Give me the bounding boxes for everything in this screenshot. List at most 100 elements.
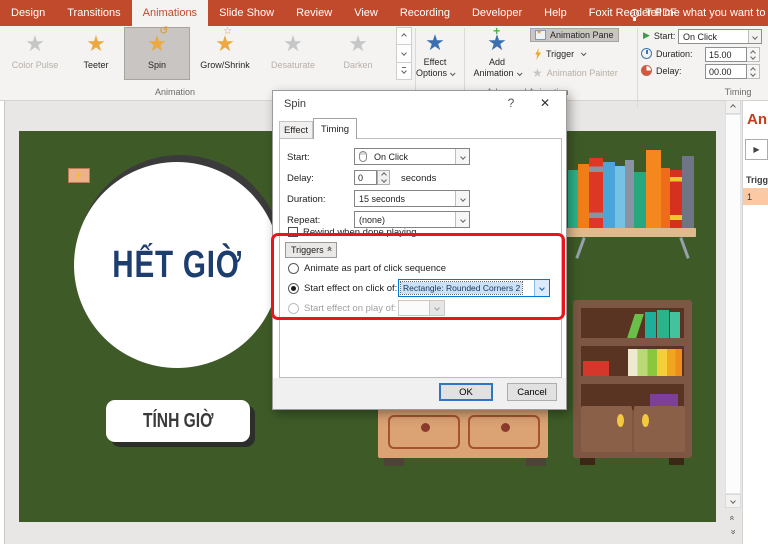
animation-spin[interactable]: ★ ↺ Spin: [124, 25, 190, 80]
book: [670, 312, 680, 338]
delay-unit-label: seconds: [401, 173, 437, 184]
teeter-star-icon: ★: [86, 31, 106, 56]
duration-label: Duration:: [287, 194, 326, 205]
red-book-stack: [583, 361, 609, 376]
tab-recording[interactable]: Recording: [389, 0, 461, 26]
dialog-help-button[interactable]: ?: [503, 96, 519, 112]
repeat-select[interactable]: (none): [354, 211, 470, 228]
menu-bar: Design Transitions Animations Slide Show…: [0, 0, 768, 26]
tab-design[interactable]: Design: [0, 0, 56, 26]
mouse-click-icon: [359, 151, 367, 162]
book-spine: [661, 168, 670, 228]
start-select[interactable]: On Click: [354, 148, 470, 165]
cabinet-foot: [384, 458, 404, 466]
book-spine: [578, 164, 589, 228]
book: [657, 310, 669, 338]
effect-options-button[interactable]: ★ Effect Options: [406, 29, 464, 79]
delay-spinner[interactable]: [377, 170, 390, 185]
pie-clock-icon: [641, 65, 652, 76]
book-spine: [682, 156, 694, 228]
ribbon-duration-spinner[interactable]: [747, 47, 760, 62]
book: [645, 312, 656, 338]
lightning-bolt-icon: [76, 170, 82, 181]
drawer-cabinet-illustration[interactable]: [378, 408, 548, 466]
animation-pane-button[interactable]: Animation Pane: [530, 28, 619, 42]
ribbon-duration-input[interactable]: 15.00: [705, 47, 747, 62]
tab-view[interactable]: View: [343, 0, 389, 26]
dialog-footer: OK Cancel: [273, 378, 566, 409]
dropdown-arrow-icon[interactable]: [455, 212, 469, 227]
next-slide-button[interactable]: «: [725, 525, 741, 538]
tinh-gio-button-shape[interactable]: TÍNH GIỜ: [106, 400, 250, 442]
dropdown-arrow-icon[interactable]: [748, 30, 761, 43]
tell-me-search[interactable]: Tell me what you want to do: [630, 0, 768, 26]
dropdown-arrow-icon[interactable]: [455, 149, 469, 164]
drawer-left: [388, 415, 460, 449]
trigger-badge[interactable]: [68, 168, 90, 183]
clock-icon: [641, 48, 652, 59]
animation-desaturate[interactable]: ★ Desaturate: [260, 27, 326, 80]
play-from-button[interactable]: ▶: [745, 139, 768, 160]
wall-shelf-board[interactable]: [566, 228, 696, 237]
book-spine: [634, 172, 646, 228]
tab-help[interactable]: Help: [533, 0, 578, 26]
ribbon-delay-input[interactable]: 00.00: [705, 64, 747, 79]
dialog-tab-effect[interactable]: Effect: [279, 121, 313, 139]
add-animation-button[interactable]: ★ + Add Animation: [466, 24, 528, 79]
chevron-down-icon: [581, 50, 587, 57]
dialog-close-button[interactable]: ✕: [535, 96, 555, 112]
dialog-title: Spin: [284, 98, 307, 110]
lightning-bolt-icon: [535, 48, 542, 60]
tab-slide-show[interactable]: Slide Show: [208, 0, 285, 26]
bookcase-foot: [580, 458, 595, 465]
wall-shelf-books: [568, 150, 694, 228]
animation-darken[interactable]: ★ Darken: [326, 27, 390, 80]
play-icon: ▶: [753, 145, 760, 154]
tab-animations[interactable]: Animations: [131, 0, 209, 26]
vertical-scrollbar-track[interactable]: [725, 114, 741, 494]
delay-input[interactable]: 0: [354, 170, 377, 185]
trigger-group-header: Trigger: Rectangle: Rounded Corners 2: [746, 175, 768, 185]
trigger-button[interactable]: Trigger: [534, 48, 587, 60]
cancel-button[interactable]: Cancel: [507, 383, 557, 401]
ok-button[interactable]: OK: [439, 383, 493, 401]
delay-label: Delay:: [287, 173, 314, 184]
grow-shrink-outline-star-icon: ☆: [223, 26, 233, 37]
lightbulb-icon: [630, 8, 639, 21]
animation-teeter[interactable]: ★ Teeter: [68, 27, 124, 80]
ribbon-delay-spinner[interactable]: [747, 64, 760, 79]
dialog-tab-timing[interactable]: Timing: [313, 118, 357, 139]
animation-pane-panel: Animation Pane ▶ Trigger: Rectangle: Rou…: [742, 101, 768, 544]
book-spine: [615, 166, 625, 228]
previous-slide-button[interactable]: «: [725, 511, 741, 524]
door-handle: [642, 414, 649, 427]
powerpoint-window: Design Transitions Animations Slide Show…: [0, 0, 768, 544]
tell-me-label: Tell me what you want to do: [645, 7, 768, 19]
bookcase-illustration[interactable]: [573, 300, 692, 465]
book-spine: [568, 170, 578, 228]
book-spine: [670, 170, 682, 228]
darken-star-icon: ★: [348, 31, 368, 56]
het-gio-circle[interactable]: HẾT GIỜ: [74, 162, 280, 368]
animation-painter-button[interactable]: ★ Animation Painter: [532, 67, 618, 79]
chevron-down-icon: [449, 70, 456, 77]
tinh-gio-text: TÍNH GIỜ: [142, 409, 214, 432]
drawer-knob: [501, 423, 510, 432]
book-row: [628, 349, 682, 376]
tab-transitions[interactable]: Transitions: [56, 0, 131, 26]
plus-icon: +: [493, 24, 501, 38]
animation-color-pulse[interactable]: ★ Color Pulse: [2, 27, 68, 80]
leaning-book: [627, 314, 644, 338]
duration-select[interactable]: 15 seconds: [354, 190, 470, 207]
spin-arrow-icon: ↺: [159, 25, 169, 37]
scroll-up-button[interactable]: [725, 100, 741, 114]
animation-grow-shrink[interactable]: ★ ☆ Grow/Shrink: [190, 26, 260, 80]
scroll-down-button[interactable]: [725, 494, 741, 508]
ribbon-start-select[interactable]: On Click: [678, 29, 762, 44]
tab-developer[interactable]: Developer: [461, 0, 533, 26]
tab-review[interactable]: Review: [285, 0, 343, 26]
dropdown-arrow-icon[interactable]: [455, 191, 469, 206]
animation-list-item-1[interactable]: 1: [743, 188, 768, 205]
bookcase-foot: [669, 458, 684, 465]
group-separator: [637, 28, 638, 108]
